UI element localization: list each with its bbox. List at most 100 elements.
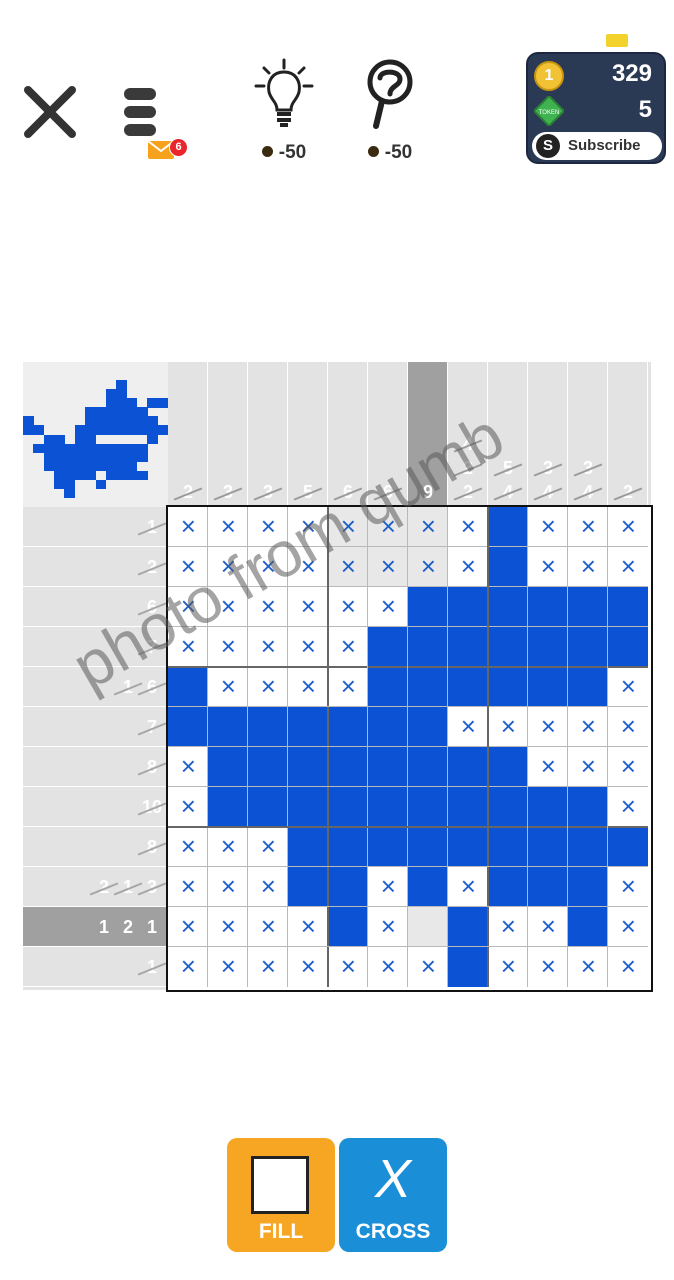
grid-cell-crossed[interactable]: ×: [208, 667, 248, 707]
grid-cell-crossed[interactable]: ×: [168, 787, 208, 827]
grid-cell-filled[interactable]: [288, 787, 328, 827]
grid-cell-crossed[interactable]: ×: [528, 747, 568, 787]
grid-cell-filled[interactable]: [568, 587, 608, 627]
grid-cell-filled[interactable]: [208, 707, 248, 747]
grid-cell-filled[interactable]: [408, 827, 448, 867]
grid-cell-filled[interactable]: [328, 827, 368, 867]
grid-cell-crossed[interactable]: ×: [288, 667, 328, 707]
grid-cell-crossed[interactable]: ×: [528, 547, 568, 587]
grid-cell-crossed[interactable]: ×: [248, 907, 288, 947]
grid-cell-crossed[interactable]: ×: [168, 827, 208, 867]
grid-cell-crossed[interactable]: ×: [168, 747, 208, 787]
grid-cell-crossed[interactable]: ×: [568, 747, 608, 787]
grid-cell-crossed[interactable]: ×: [608, 867, 648, 907]
grid-cell-crossed[interactable]: ×: [328, 627, 368, 667]
grid-cell-crossed[interactable]: ×: [208, 867, 248, 907]
grid-cell-filled[interactable]: [248, 707, 288, 747]
subscribe-button[interactable]: S Subscribe: [532, 132, 662, 160]
grid-cell-filled[interactable]: [488, 827, 528, 867]
grid-cell-filled[interactable]: [568, 867, 608, 907]
grid-cell-filled[interactable]: [608, 627, 648, 667]
grid-cell-filled[interactable]: [448, 747, 488, 787]
grid-cell-crossed[interactable]: ×: [168, 627, 208, 667]
grid-cell-filled[interactable]: [328, 787, 368, 827]
grid-cell-filled[interactable]: [408, 667, 448, 707]
grid-cell-filled[interactable]: [368, 707, 408, 747]
grid-cell-filled[interactable]: [208, 787, 248, 827]
grid-cell-crossed[interactable]: ×: [208, 627, 248, 667]
reveal-button[interactable]: -50: [358, 56, 422, 166]
grid-cell-crossed[interactable]: ×: [528, 947, 568, 987]
grid-cell-crossed[interactable]: ×: [328, 547, 368, 587]
grid-cell-filled[interactable]: [608, 587, 648, 627]
grid-cell-filled[interactable]: [248, 747, 288, 787]
grid-cell-filled[interactable]: [448, 907, 488, 947]
grid-cell-crossed[interactable]: ×: [208, 507, 248, 547]
grid-cell-crossed[interactable]: ×: [608, 547, 648, 587]
grid-cell-crossed[interactable]: ×: [288, 947, 328, 987]
grid-cell-crossed[interactable]: ×: [608, 707, 648, 747]
grid-cell-crossed[interactable]: ×: [208, 587, 248, 627]
grid-cell-filled[interactable]: [408, 787, 448, 827]
grid-cell-crossed[interactable]: ×: [368, 587, 408, 627]
grid-cell-crossed[interactable]: ×: [488, 947, 528, 987]
grid-cell-crossed[interactable]: ×: [568, 707, 608, 747]
grid-cell-crossed[interactable]: ×: [328, 947, 368, 987]
grid-cell-filled[interactable]: [528, 787, 568, 827]
grid-cell-crossed[interactable]: ×: [208, 907, 248, 947]
grid-cell-crossed[interactable]: ×: [328, 507, 368, 547]
grid-cell-filled[interactable]: [568, 907, 608, 947]
grid-cell-crossed[interactable]: ×: [248, 667, 288, 707]
grid-cell-crossed[interactable]: ×: [248, 587, 288, 627]
grid-cell-filled[interactable]: [448, 947, 488, 987]
fill-button[interactable]: FILL: [227, 1138, 335, 1252]
grid-cell-filled[interactable]: [368, 667, 408, 707]
grid-cell-crossed[interactable]: ×: [568, 507, 608, 547]
grid-cell-filled[interactable]: [408, 747, 448, 787]
grid-cell-crossed[interactable]: ×: [208, 947, 248, 987]
grid-cell-filled[interactable]: [488, 867, 528, 907]
grid-cell-filled[interactable]: [328, 907, 368, 947]
grid-cell-filled[interactable]: [448, 667, 488, 707]
grid-cell-filled[interactable]: [408, 627, 448, 667]
grid-cell-filled[interactable]: [488, 547, 528, 587]
grid-cell-filled[interactable]: [368, 747, 408, 787]
grid-cell-filled[interactable]: [368, 827, 408, 867]
grid-cell-filled[interactable]: [528, 667, 568, 707]
grid-cell-filled[interactable]: [168, 667, 208, 707]
hint-button[interactable]: -50: [252, 56, 316, 166]
grid-cell-filled[interactable]: [168, 707, 208, 747]
grid-cell-filled[interactable]: [568, 627, 608, 667]
grid-cell-crossed[interactable]: ×: [528, 907, 568, 947]
grid-cell-crossed[interactable]: ×: [608, 747, 648, 787]
grid-cell-crossed[interactable]: ×: [608, 507, 648, 547]
grid-cell-filled[interactable]: [408, 707, 448, 747]
grid-cell-crossed[interactable]: ×: [248, 867, 288, 907]
grid-cell-crossed[interactable]: ×: [608, 907, 648, 947]
grid-cell-crossed[interactable]: ×: [168, 507, 208, 547]
grid-cell-crossed[interactable]: ×: [368, 907, 408, 947]
grid-cell-crossed[interactable]: ×: [448, 547, 488, 587]
grid-cell-filled[interactable]: [488, 507, 528, 547]
grid-cell-filled[interactable]: [528, 867, 568, 907]
grid-cell-crossed[interactable]: ×: [288, 627, 328, 667]
grid-cell-filled[interactable]: [568, 667, 608, 707]
grid-cell-crossed[interactable]: ×: [168, 907, 208, 947]
grid-cell-crossed[interactable]: ×: [168, 587, 208, 627]
grid-cell-filled[interactable]: [328, 707, 368, 747]
grid-cell-crossed[interactable]: ×: [248, 507, 288, 547]
grid-cell-crossed[interactable]: ×: [328, 667, 368, 707]
grid-cell-crossed[interactable]: ×: [168, 547, 208, 587]
grid-cell-filled[interactable]: [288, 827, 328, 867]
grid-cell-crossed[interactable]: ×: [608, 787, 648, 827]
grid-cell-crossed[interactable]: ×: [448, 507, 488, 547]
grid-cell-crossed[interactable]: ×: [448, 867, 488, 907]
grid-cell-filled[interactable]: [248, 787, 288, 827]
grid-cell-crossed[interactable]: ×: [368, 947, 408, 987]
grid-cell-crossed[interactable]: ×: [208, 547, 248, 587]
grid-cell-crossed[interactable]: ×: [528, 507, 568, 547]
grid-cell-crossed[interactable]: ×: [168, 867, 208, 907]
grid-cell-filled[interactable]: [288, 707, 328, 747]
close-button[interactable]: [22, 84, 78, 140]
grid-cell-crossed[interactable]: ×: [568, 547, 608, 587]
